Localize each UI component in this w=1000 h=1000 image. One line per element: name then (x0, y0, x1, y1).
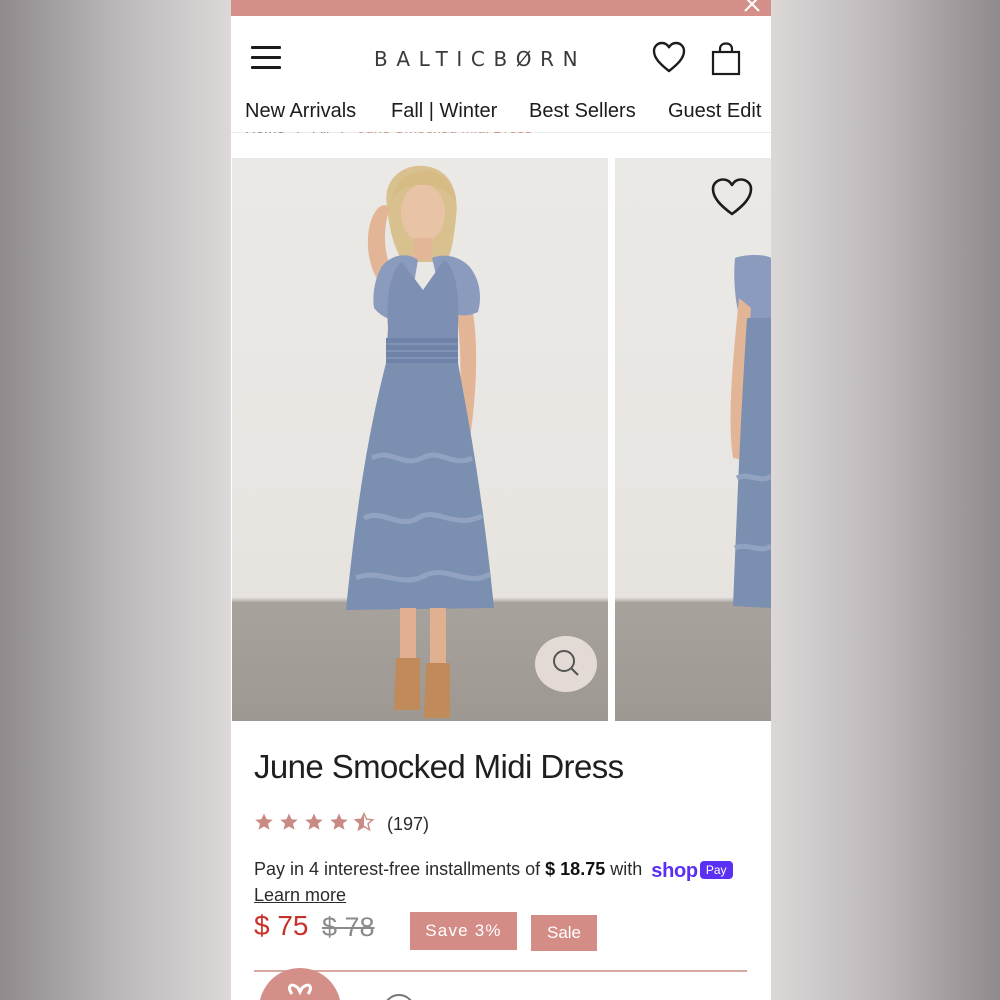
star-icon (330, 813, 348, 830)
close-icon[interactable] (741, 0, 763, 15)
heart-icon[interactable] (651, 40, 687, 74)
star-icon (280, 813, 298, 830)
brand-logo[interactable]: BALTICBØRN (374, 47, 586, 71)
shop-pay-word: shop (651, 860, 698, 882)
product-title: June Smocked Midi Dress (254, 748, 624, 785)
sale-price: $ 75 (254, 910, 309, 941)
nav-new-arrivals[interactable]: New Arrivals (245, 100, 356, 123)
learn-more-link[interactable]: Learn more (254, 885, 346, 906)
nav-guest-edit[interactable]: Guest Edit (668, 100, 761, 123)
category-nav: New Arrivals Fall | Winter Best Sellers … (231, 92, 771, 133)
gift-icon (288, 983, 312, 996)
zoom-button[interactable] (535, 636, 597, 692)
half-star-icon (354, 812, 374, 832)
announcement-bar (231, 0, 771, 16)
review-count[interactable]: (197) (387, 814, 429, 835)
save-badge: Save 3% (410, 912, 517, 950)
product-photo-second[interactable] (615, 158, 771, 721)
shop-pay-pill: Pay (699, 861, 733, 879)
nav-fall-winter[interactable]: Fall | Winter (391, 100, 497, 123)
site-header: BALTICBØRN (231, 16, 771, 92)
info-icon[interactable] (383, 994, 415, 1000)
hamburger-menu-icon[interactable] (251, 46, 281, 70)
model-illustration-partial (730, 255, 771, 608)
nav-best-sellers[interactable]: Best Sellers (529, 100, 636, 123)
star-icon (305, 813, 323, 830)
gift-button[interactable] (259, 968, 341, 1000)
star-icon (255, 813, 273, 830)
product-gallery[interactable] (231, 158, 771, 721)
product-photo-main[interactable] (232, 158, 608, 721)
installments-text: Pay in 4 interest-free installments of $… (254, 859, 733, 883)
shop-pay-logo: shop Pay (651, 860, 733, 883)
shopping-bag-icon[interactable] (711, 42, 741, 76)
sale-badge: Sale (531, 915, 597, 951)
phone-screen: BALTICBØRN New Arrivals Fall | Winter Be… (231, 0, 771, 1000)
compare-price: $ 78 (322, 912, 375, 942)
installments-with: with (610, 859, 643, 879)
installments-prefix: Pay in 4 interest-free installments of (254, 859, 541, 879)
installment-amount: $ 18.75 (545, 859, 606, 879)
search-icon (553, 650, 579, 676)
heart-icon[interactable] (709, 176, 755, 218)
